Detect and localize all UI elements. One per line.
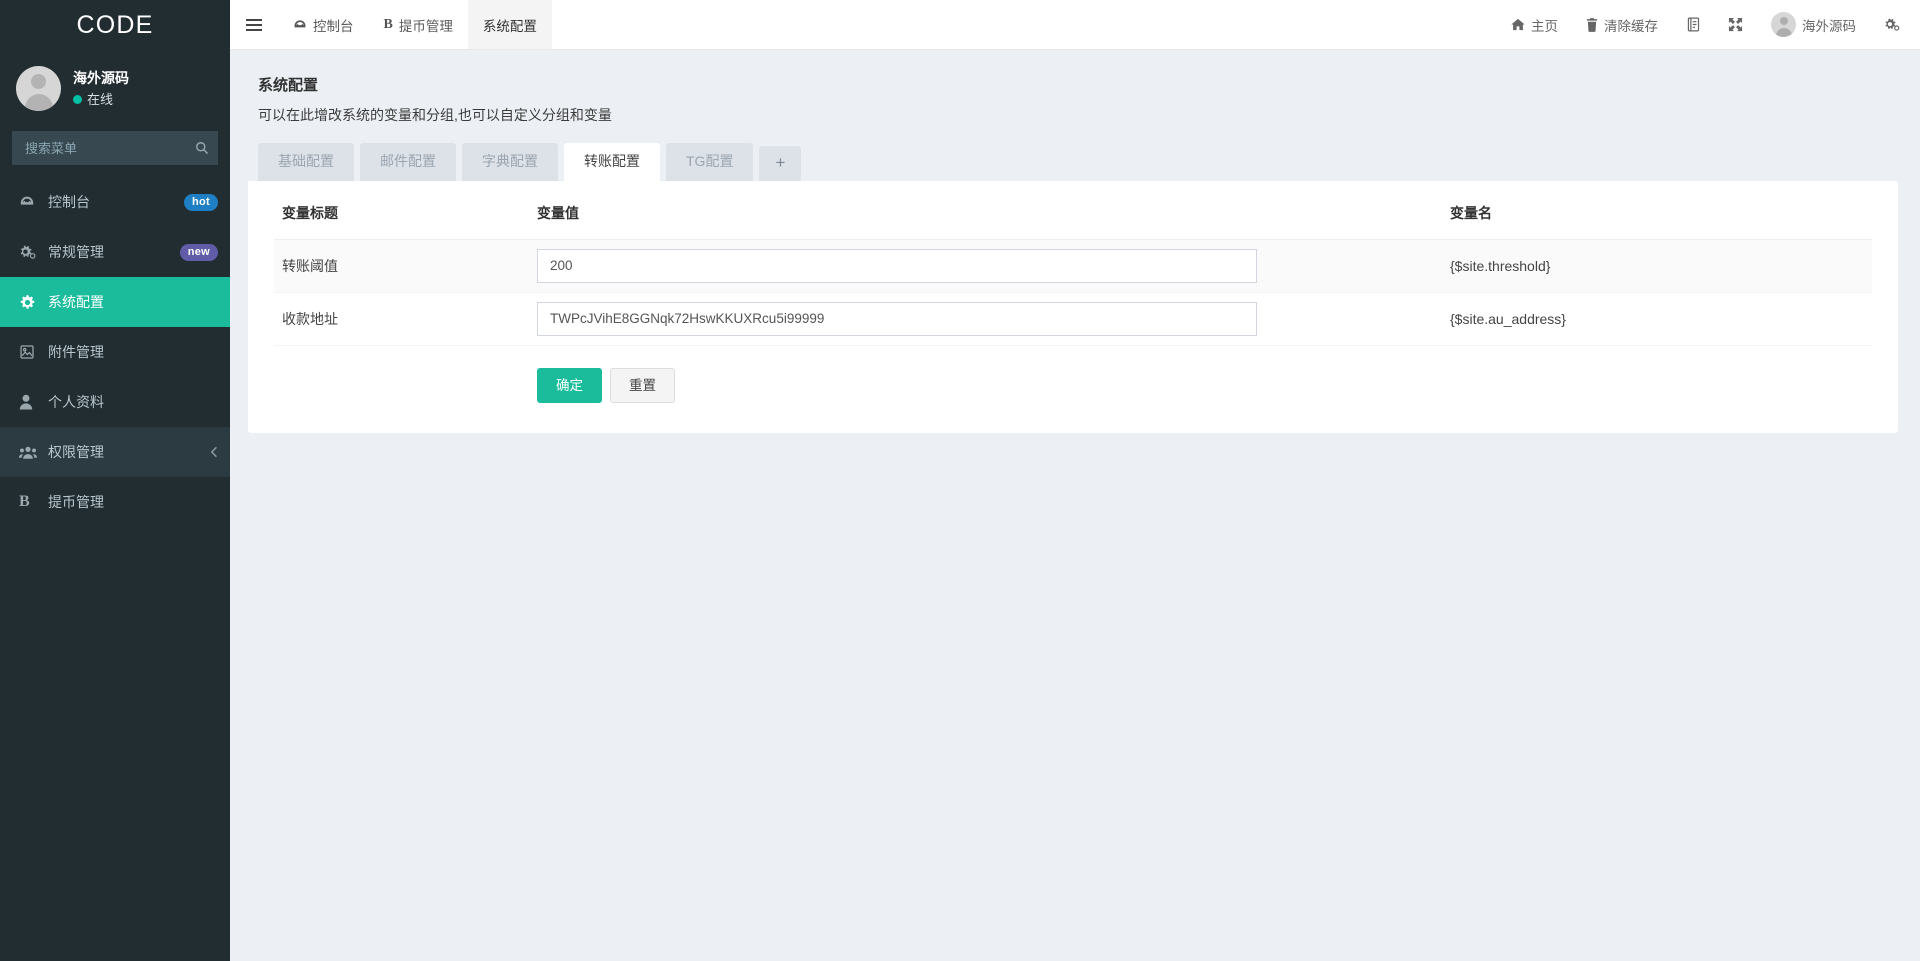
sidebar-item-label: 提币管理 xyxy=(48,494,104,510)
page-title: 系统配置 xyxy=(258,77,319,94)
table-header-row: 变量标题 变量值 变量名 xyxy=(274,202,1872,240)
topnav-clear-cache-button[interactable]: 清除缓存 xyxy=(1572,0,1672,49)
chevron-left-icon xyxy=(210,446,218,458)
sidebar-item-general-management[interactable]: 常规管理 new xyxy=(0,227,230,277)
table-row: 转账阈值 {$site.threshold} xyxy=(274,239,1872,293)
sidebar-badge-new: new xyxy=(179,243,218,261)
tab-dictionary-config[interactable]: 字典配置 xyxy=(462,143,558,181)
sidebar-item-permission-management[interactable]: 权限管理 xyxy=(0,427,230,477)
user-avatar-icon xyxy=(16,66,61,111)
sidebar-item-system-config[interactable]: 系统配置 xyxy=(0,277,230,327)
sidebar-item-dashboard[interactable]: 控制台 hot xyxy=(0,177,230,227)
topnav-fullscreen-button[interactable] xyxy=(1714,0,1757,49)
tab-mail-config[interactable]: 邮件配置 xyxy=(360,143,456,181)
config-table: 变量标题 变量值 变量名 转账阈值 {$site.threshold} xyxy=(274,202,1872,346)
sidebar-user-info: 海外源码 在线 xyxy=(73,69,129,108)
sidebar-menu: 控制台 hot 常规管理 new 系统配置 附件管理 个人资料 权限管理 B 提… xyxy=(0,177,230,527)
tab-tg-config[interactable]: TG配置 xyxy=(666,143,754,181)
page-body: 系统配置 可以在此增改系统的变量和分组,也可以自定义分组和变量 基础配置 邮件配… xyxy=(230,50,1920,961)
add-tab-button[interactable]: + xyxy=(759,145,802,181)
gears-settings-icon xyxy=(1884,17,1900,32)
sidebar-user-status: 在线 xyxy=(73,91,129,109)
transfer-threshold-input[interactable] xyxy=(537,248,1257,283)
hamburger-icon[interactable] xyxy=(230,0,278,49)
sidebar-user-status-label: 在线 xyxy=(87,91,114,107)
bitcoin-b-icon: B xyxy=(383,16,393,32)
home-icon xyxy=(1511,18,1525,31)
row-varname-threshold: {$site.threshold} xyxy=(1442,239,1872,293)
config-table-head: 变量标题 变量值 变量名 xyxy=(274,202,1872,240)
column-header-variable-name: 变量名 xyxy=(1442,202,1872,240)
tab-basic-config[interactable]: 基础配置 xyxy=(258,143,354,181)
fullscreen-icon xyxy=(1728,17,1743,32)
column-header-variable-title: 变量标题 xyxy=(274,202,529,240)
reset-button[interactable]: 重置 xyxy=(610,367,675,404)
topnav-action-label: 主页 xyxy=(1531,18,1558,34)
topnav-user-menu[interactable]: 海外源码 xyxy=(1757,0,1870,49)
page-description: 可以在此增改系统的变量和分组,也可以自定义分组和变量 xyxy=(258,107,612,123)
row-value-cell xyxy=(529,292,1442,346)
image-file-icon xyxy=(19,344,41,360)
dashboard-icon xyxy=(293,18,307,32)
content-header: 系统配置 可以在此增改系统的变量和分组,也可以自定义分组和变量 基础配置 邮件配… xyxy=(248,68,1898,181)
config-tab-strip: 基础配置 邮件配置 字典配置 转账配置 TG配置 + xyxy=(258,143,1898,181)
sidebar-item-withdraw-management[interactable]: B 提币管理 xyxy=(0,477,230,527)
sidebar: CODE 海外源码 在线 控制台 hot xyxy=(0,0,230,961)
top-navbar: 控制台 B 提币管理 系统配置 主页 清除缓存 海外源码 xyxy=(230,0,1920,50)
gear-icon xyxy=(19,294,41,311)
topnav-user-name: 海外源码 xyxy=(1802,18,1856,34)
receive-address-input[interactable] xyxy=(537,301,1257,336)
sidebar-search xyxy=(12,131,218,165)
sidebar-item-label: 控制台 xyxy=(48,194,90,210)
sidebar-item-profile[interactable]: 个人资料 xyxy=(0,377,230,427)
tab-transfer-config[interactable]: 转账配置 xyxy=(564,143,660,181)
sidebar-user-panel[interactable]: 海外源码 在线 xyxy=(0,50,230,127)
topnav-notebook-button[interactable] xyxy=(1672,0,1714,49)
topnav-tab-label: 控制台 xyxy=(313,18,354,34)
bitcoin-b-icon: B xyxy=(19,493,30,510)
topnav-tab-withdraw-management[interactable]: B 提币管理 xyxy=(369,0,468,49)
user-avatar-icon xyxy=(1771,12,1796,37)
submit-button[interactable]: 确定 xyxy=(537,367,602,404)
sidebar-item-label: 个人资料 xyxy=(48,394,104,410)
content-wrapper: 控制台 B 提币管理 系统配置 主页 清除缓存 海外源码 系统配置 可以在此增改… xyxy=(230,0,1920,961)
users-icon xyxy=(19,445,41,460)
topnav-action-label: 清除缓存 xyxy=(1604,18,1658,34)
top-navbar-right: 主页 清除缓存 海外源码 xyxy=(1497,0,1920,49)
sidebar-item-attachment-management[interactable]: 附件管理 xyxy=(0,327,230,377)
note-book-icon xyxy=(1686,17,1700,32)
sidebar-item-label: 系统配置 xyxy=(48,294,104,310)
sidebar-item-label: 附件管理 xyxy=(48,344,104,360)
trash-icon xyxy=(1586,17,1598,32)
sidebar-user-name: 海外源码 xyxy=(73,69,129,86)
dashboard-icon xyxy=(19,194,41,210)
config-table-body: 转账阈值 {$site.threshold} 收款地址 {$site.au_ad… xyxy=(274,239,1872,346)
topnav-tab-dashboard[interactable]: 控制台 xyxy=(278,0,369,49)
online-status-dot-icon xyxy=(73,94,82,104)
column-header-variable-value: 变量值 xyxy=(529,202,1442,240)
row-varname-au-address: {$site.au_address} xyxy=(1442,292,1872,346)
user-icon xyxy=(19,394,41,410)
brand-logo-text: CODE xyxy=(76,10,154,39)
row-label-transfer-threshold: 转账阈值 xyxy=(274,239,529,293)
topnav-tab-label: 提币管理 xyxy=(398,18,453,34)
sidebar-item-label: 常规管理 xyxy=(48,244,104,260)
topnav-settings-button[interactable] xyxy=(1870,0,1914,49)
topnav-tab-label: 系统配置 xyxy=(482,18,537,34)
cogs-icon xyxy=(19,244,41,260)
search-icon xyxy=(196,142,209,155)
topnav-tab-system-config[interactable]: 系统配置 xyxy=(467,0,552,49)
search-submit-button[interactable] xyxy=(186,131,218,165)
topnav-home-button[interactable]: 主页 xyxy=(1497,0,1572,49)
form-action-row: 确定 重置 xyxy=(274,346,1872,404)
sidebar-badge-hot: hot xyxy=(183,193,218,211)
top-navbar-left: 控制台 B 提币管理 系统配置 xyxy=(230,0,552,49)
row-label-receive-address: 收款地址 xyxy=(274,292,529,346)
sidebar-item-label: 权限管理 xyxy=(48,444,104,460)
table-row: 收款地址 {$site.au_address} xyxy=(274,292,1872,346)
config-panel: 变量标题 变量值 变量名 转账阈值 {$site.threshold} xyxy=(248,180,1898,434)
row-value-cell xyxy=(529,239,1442,293)
brand-logo[interactable]: CODE xyxy=(0,0,230,50)
